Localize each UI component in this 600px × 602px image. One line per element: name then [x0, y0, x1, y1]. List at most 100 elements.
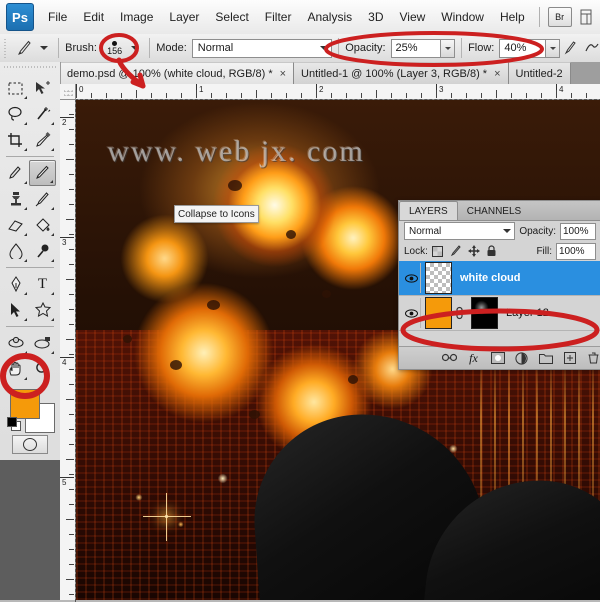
launch-bridge-button[interactable]: Br	[547, 7, 572, 27]
blend-and-opacity-row: Normal Opacity: 100%	[399, 221, 600, 241]
tool-paint-bucket[interactable]	[29, 212, 56, 238]
menu-analysis[interactable]: Analysis	[299, 6, 360, 28]
tool-crop[interactable]	[2, 127, 29, 153]
menu-layer[interactable]: Layer	[161, 6, 207, 28]
lock-all-icon[interactable]	[486, 245, 498, 257]
menu-window[interactable]: Window	[433, 6, 492, 28]
tab-layers[interactable]: LAYERS	[399, 201, 458, 220]
menu-filter[interactable]: Filter	[257, 6, 300, 28]
tab-untitled-1[interactable]: Untitled-1 @ 100% (Layer 3, RGB/8) * ×	[294, 62, 509, 84]
tool-custom-shape[interactable]	[29, 297, 56, 323]
layer-row-white-cloud[interactable]: white cloud	[399, 261, 600, 296]
lock-transparent-pixels-icon[interactable]	[432, 245, 444, 257]
tool-brush[interactable]	[29, 160, 56, 186]
tools-panel-empty-area	[0, 460, 60, 600]
tool-flyout-indicator	[24, 377, 27, 380]
layer-row-layer-12[interactable]: Layer 12	[399, 296, 600, 331]
brush-preset-chevron-down-icon[interactable]	[40, 46, 49, 50]
tools-panel-grip[interactable]	[4, 63, 56, 73]
tool-path-selection[interactable]	[2, 297, 29, 323]
tool-spot-healing-brush[interactable]	[2, 160, 29, 186]
tab-channels[interactable]: CHANNELS	[458, 202, 530, 220]
tool-flyout-indicator	[51, 122, 54, 125]
tool-zoom[interactable]	[29, 356, 56, 382]
flow-stepper[interactable]	[546, 38, 560, 58]
link-layers-icon[interactable]	[442, 351, 457, 366]
brush-size-preview[interactable]: 156	[102, 37, 127, 59]
tool-horizontal-type[interactable]: T	[29, 271, 56, 297]
tool-eyedropper[interactable]	[29, 127, 56, 153]
horizontal-ruler[interactable]: 0 1 2 3 4	[60, 84, 600, 100]
tool-pen[interactable]	[2, 271, 29, 297]
view-extras-icon[interactable]	[578, 8, 594, 26]
mask-link-icon[interactable]	[454, 304, 465, 322]
tool-rotate-3d-camera[interactable]	[29, 330, 56, 356]
layer-mask-thumbnail[interactable]	[471, 297, 498, 329]
tab-demo-psd[interactable]: demo.psd @ 100% (white cloud, RGB/8) * ×	[60, 62, 295, 84]
collapse-to-icons-tooltip: Collapse to Icons	[174, 205, 259, 223]
tool-group-selection	[2, 75, 58, 153]
delete-layer-icon[interactable]	[586, 351, 600, 366]
layer-blend-mode-value: Normal	[409, 225, 442, 237]
menu-file[interactable]: File	[40, 6, 75, 28]
airbrush-icon[interactable]	[564, 39, 580, 57]
add-layer-style-icon[interactable]: fx	[466, 351, 481, 366]
add-layer-mask-icon[interactable]	[490, 351, 505, 366]
layer-blend-mode-select[interactable]: Normal	[404, 222, 516, 240]
tool-blur[interactable]	[2, 238, 29, 264]
layer-opacity-input[interactable]: 100%	[560, 222, 596, 240]
default-colors-icon[interactable]	[7, 417, 21, 431]
ruler-origin-corner[interactable]	[60, 84, 76, 100]
tool-hand[interactable]	[2, 356, 29, 382]
new-layer-icon[interactable]	[562, 351, 577, 366]
menu-select[interactable]: Select	[207, 6, 256, 28]
new-group-icon[interactable]	[538, 351, 553, 366]
tab-close-icon[interactable]: ×	[280, 68, 286, 80]
new-adjustment-layer-icon[interactable]	[514, 351, 529, 366]
tool-dodge[interactable]	[29, 238, 56, 264]
tab-untitled-2[interactable]: Untitled-2	[508, 62, 571, 84]
tab-title: Untitled-1 @ 100% (Layer 3, RGB/8) *	[301, 67, 488, 80]
opacity-stepper[interactable]	[441, 38, 456, 58]
tablet-pressure-icon[interactable]	[584, 39, 600, 57]
tab-title: demo.psd @ 100% (white cloud, RGB/8) *	[67, 67, 273, 80]
tool-eraser[interactable]	[2, 212, 29, 238]
tool-move[interactable]	[29, 75, 56, 101]
tool-lasso[interactable]	[2, 101, 29, 127]
lock-image-pixels-icon[interactable]	[450, 245, 462, 257]
layer-visibility-eye-icon[interactable]	[403, 263, 421, 293]
vertical-ruler[interactable]: 2 3 4 5	[60, 99, 76, 600]
menu-edit[interactable]: Edit	[75, 6, 112, 28]
options-bar-grip[interactable]	[2, 37, 12, 59]
layer-name-label: Layer 12	[506, 307, 549, 319]
foreground-color-swatch[interactable]	[10, 389, 40, 419]
menu-image[interactable]: Image	[112, 6, 161, 28]
opacity-input[interactable]: 25%	[390, 38, 442, 58]
layer-thumbnail[interactable]	[425, 297, 452, 329]
fill-input[interactable]: 100%	[556, 242, 596, 260]
lock-position-icon[interactable]	[467, 245, 480, 257]
flow-input[interactable]: 40%	[499, 38, 547, 58]
menu-help[interactable]: Help	[492, 6, 533, 28]
mode-label: Mode:	[156, 42, 187, 54]
brush-tool-icon[interactable]	[15, 38, 36, 58]
tool-rotate-3d-object[interactable]	[2, 330, 29, 356]
menu-bar: Ps File Edit Image Layer Select Filter A…	[0, 0, 600, 35]
tool-clone-stamp[interactable]	[2, 186, 29, 212]
tool-magic-wand[interactable]	[29, 101, 56, 127]
quick-mask-mode-button[interactable]	[12, 435, 48, 454]
tool-flyout-indicator	[24, 259, 27, 262]
layer-thumbnail[interactable]	[425, 262, 452, 294]
tab-close-icon[interactable]: ×	[494, 68, 500, 80]
tool-history-brush[interactable]	[29, 186, 56, 212]
layer-visibility-eye-icon[interactable]	[403, 298, 421, 328]
brush-picker-chevron-down-icon[interactable]	[131, 46, 140, 50]
opacity-label: Opacity:	[345, 42, 386, 54]
blend-mode-select[interactable]: Normal	[191, 38, 333, 58]
tool-flyout-indicator	[24, 233, 27, 236]
menu-3d[interactable]: 3D	[360, 6, 391, 28]
tool-flyout-indicator	[24, 122, 27, 125]
menu-view[interactable]: View	[391, 6, 433, 28]
photoshop-logo-icon[interactable]: Ps	[6, 3, 34, 31]
tool-rectangular-marquee[interactable]	[2, 75, 29, 101]
